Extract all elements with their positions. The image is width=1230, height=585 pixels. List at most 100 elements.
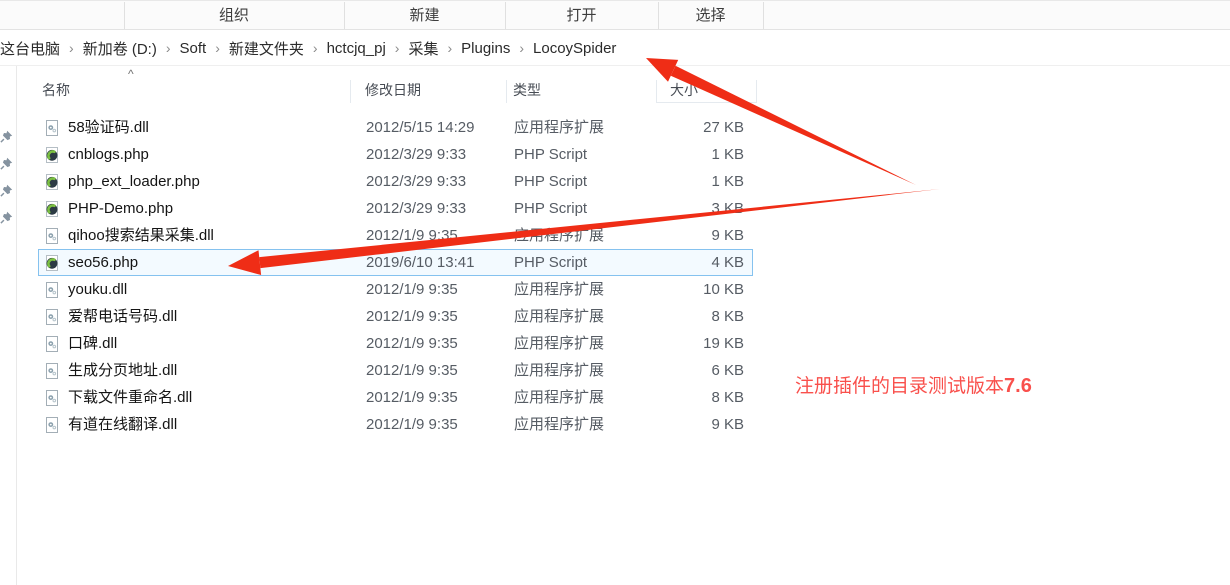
breadcrumb-item[interactable]: hctcjq_pj (327, 40, 386, 57)
breadcrumb-item[interactable]: 新建文件夹 (229, 38, 304, 59)
table-row[interactable]: 生成分页地址.dll 2012/1/9 9:35 应用程序扩展 6 KB (38, 357, 753, 384)
file-type: PHP Script (514, 250, 587, 275)
column-separator[interactable] (506, 80, 507, 103)
toolbar-button-select[interactable]: 选择 (658, 1, 763, 30)
file-size: 10 KB (703, 277, 744, 302)
table-row[interactable]: 爱帮电话号码.dll 2012/1/9 9:35 应用程序扩展 8 KB (38, 303, 753, 330)
file-type: 应用程序扩展 (514, 358, 604, 383)
breadcrumb-item[interactable]: 采集 (408, 38, 438, 59)
file-name: cnblogs.php (68, 142, 149, 167)
file-name: php_ext_loader.php (68, 169, 200, 194)
pushpin-icon[interactable] (0, 157, 13, 170)
file-date: 2012/1/9 9:35 (366, 277, 458, 302)
file-date: 2012/3/29 9:33 (366, 169, 466, 194)
breadcrumb-item[interactable]: 这台电脑 (0, 38, 60, 59)
column-separator[interactable] (756, 80, 757, 103)
column-separator[interactable] (350, 80, 351, 103)
file-date: 2012/1/9 9:35 (366, 412, 458, 437)
breadcrumb-separator-icon: › (166, 40, 171, 56)
file-type: 应用程序扩展 (514, 115, 604, 140)
toolbar: 组织 新建 打开 选择 (0, 0, 1230, 30)
table-row[interactable]: php_ext_loader.php 2012/3/29 9:33 PHP Sc… (38, 168, 753, 195)
file-name: 有道在线翻译.dll (68, 412, 177, 437)
file-name: seo56.php (68, 250, 138, 275)
breadcrumb-separator-icon: › (395, 40, 400, 56)
php-file-icon (44, 201, 60, 217)
file-size: 9 KB (711, 412, 744, 437)
file-size: 8 KB (711, 385, 744, 410)
file-size: 1 KB (711, 169, 744, 194)
pushpin-icon[interactable] (0, 184, 13, 197)
table-row[interactable]: 有道在线翻译.dll 2012/1/9 9:35 应用程序扩展 9 KB (38, 411, 753, 438)
toolbar-button-open[interactable]: 打开 (505, 1, 658, 30)
file-date: 2012/1/9 9:35 (366, 385, 458, 410)
file-size: 19 KB (703, 331, 744, 356)
file-name: qihoo搜索结果采集.dll (68, 223, 214, 248)
breadcrumb-separator-icon: › (215, 40, 220, 56)
table-row[interactable]: 口碑.dll 2012/1/9 9:35 应用程序扩展 19 KB (38, 330, 753, 357)
file-name: 爱帮电话号码.dll (68, 304, 177, 329)
file-date: 2012/1/9 9:35 (366, 223, 458, 248)
pushpin-icon[interactable] (0, 211, 13, 224)
table-row[interactable]: qihoo搜索结果采集.dll 2012/1/9 9:35 应用程序扩展 9 K… (38, 222, 753, 249)
file-date: 2019/6/10 13:41 (366, 250, 474, 275)
file-name: 下载文件重命名.dll (68, 385, 192, 410)
file-date: 2012/1/9 9:35 (366, 304, 458, 329)
file-name: youku.dll (68, 277, 127, 302)
column-header-name[interactable]: 名称 (42, 78, 70, 102)
file-type: PHP Script (514, 196, 587, 221)
file-type: 应用程序扩展 (514, 223, 604, 248)
breadcrumb-separator-icon: › (447, 40, 452, 56)
php-file-icon (44, 255, 60, 271)
column-header-size[interactable]: 大小 (670, 78, 698, 102)
breadcrumb-item[interactable]: LocoySpider (533, 40, 616, 57)
annotation-version: 7.6 (1004, 375, 1032, 397)
file-explorer-window: 组织 新建 打开 选择 这台电脑 › 新加卷 (D:) › Soft › 新建文件夹 › hct… (0, 0, 1230, 585)
table-row[interactable]: PHP-Demo.php 2012/3/29 9:33 PHP Script 3… (38, 195, 753, 222)
file-size: 1 KB (711, 142, 744, 167)
dll-file-icon (44, 390, 60, 406)
column-separator[interactable] (656, 80, 657, 103)
file-date: 2012/1/9 9:35 (366, 358, 458, 383)
breadcrumb-item[interactable]: Plugins (461, 40, 510, 57)
file-date: 2012/1/9 9:35 (366, 331, 458, 356)
breadcrumb-separator-icon: › (519, 40, 524, 56)
dll-file-icon (44, 282, 60, 298)
nav-pane-divider (16, 66, 17, 585)
toolbar-button-organize[interactable]: 组织 (124, 1, 344, 30)
file-name: 生成分页地址.dll (68, 358, 177, 383)
column-header-type[interactable]: 类型 (513, 78, 541, 102)
file-date: 2012/5/15 14:29 (366, 115, 474, 140)
file-size: 9 KB (711, 223, 744, 248)
table-row[interactable]: youku.dll 2012/1/9 9:35 应用程序扩展 10 KB (38, 276, 753, 303)
dll-file-icon (44, 309, 60, 325)
php-file-icon (44, 147, 60, 163)
sort-ascending-icon: ^ (128, 67, 134, 81)
file-size: 3 KB (711, 196, 744, 221)
dll-file-icon (44, 363, 60, 379)
file-size: 6 KB (711, 358, 744, 383)
file-name: PHP-Demo.php (68, 196, 173, 221)
file-name: 58验证码.dll (68, 115, 149, 140)
toolbar-button-new[interactable]: 新建 (344, 1, 505, 30)
file-list: 58验证码.dll 2012/5/15 14:29 应用程序扩展 27 KB c… (38, 114, 753, 438)
pushpin-icon[interactable] (0, 130, 13, 143)
table-row[interactable]: seo56.php 2019/6/10 13:41 PHP Script 4 K… (38, 249, 753, 276)
column-header-date[interactable]: 修改日期 (365, 78, 421, 102)
table-row[interactable]: cnblogs.php 2012/3/29 9:33 PHP Script 1 … (38, 141, 753, 168)
file-size: 27 KB (703, 115, 744, 140)
php-file-icon (44, 174, 60, 190)
table-row[interactable]: 下载文件重命名.dll 2012/1/9 9:35 应用程序扩展 8 KB (38, 384, 753, 411)
file-name: 口碑.dll (68, 331, 117, 356)
toolbar-separator (763, 2, 764, 29)
file-type: 应用程序扩展 (514, 277, 604, 302)
breadcrumb-item[interactable]: 新加卷 (D:) (83, 38, 157, 59)
file-type: PHP Script (514, 169, 587, 194)
dll-file-icon (44, 120, 60, 136)
column-header-underline (656, 102, 757, 103)
breadcrumb-item[interactable]: Soft (180, 40, 207, 57)
file-type: 应用程序扩展 (514, 412, 604, 437)
file-date: 2012/3/29 9:33 (366, 196, 466, 221)
dll-file-icon (44, 228, 60, 244)
table-row[interactable]: 58验证码.dll 2012/5/15 14:29 应用程序扩展 27 KB (38, 114, 753, 141)
